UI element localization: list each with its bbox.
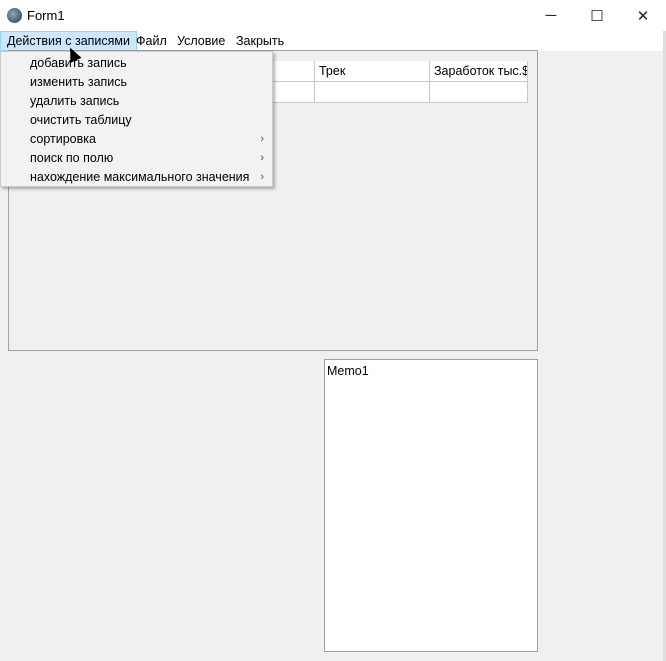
minimize-button[interactable]: ─ bbox=[528, 0, 574, 31]
menu-item-delete-record[interactable]: удалить запись bbox=[1, 92, 272, 111]
memo[interactable]: Memo1 bbox=[324, 359, 538, 652]
menu-item-label: изменить запись bbox=[30, 75, 128, 89]
menu-condition[interactable]: Условие bbox=[171, 31, 231, 51]
menu-item-label: нахождение максимального значения bbox=[30, 170, 250, 184]
app-icon bbox=[7, 8, 22, 23]
grid-cell[interactable] bbox=[430, 82, 528, 103]
menu-item-find-max[interactable]: нахождение максимального значения › bbox=[1, 168, 272, 187]
submenu-arrow-icon: › bbox=[260, 171, 264, 183]
menu-item-edit-record[interactable]: изменить запись bbox=[1, 73, 272, 92]
header-cell-earnings[interactable]: Заработок тыс.$ bbox=[430, 61, 528, 82]
menu-item-label: сортировка bbox=[30, 132, 96, 146]
menu-item-sort[interactable]: сортировка › bbox=[1, 130, 272, 149]
menu-close[interactable]: Закрыть bbox=[230, 31, 290, 51]
menu-item-label: очистить таблицу bbox=[30, 113, 132, 127]
menu-bar: Действия с записями Файл Условие Закрыть bbox=[0, 31, 666, 51]
title-bar: Form1 ─ ☐ ✕ bbox=[0, 0, 666, 31]
submenu-arrow-icon: › bbox=[260, 133, 264, 145]
window-title: Form1 bbox=[27, 8, 65, 23]
menu-item-label: удалить запись bbox=[30, 94, 120, 108]
close-button[interactable]: ✕ bbox=[620, 0, 666, 31]
grid-cell[interactable] bbox=[315, 82, 430, 103]
maximize-button[interactable]: ☐ bbox=[574, 0, 620, 31]
menu-file[interactable]: Файл bbox=[130, 31, 173, 51]
submenu-arrow-icon: › bbox=[260, 152, 264, 164]
header-cell-track[interactable]: Трек bbox=[315, 61, 430, 82]
menu-item-clear-table[interactable]: очистить таблицу bbox=[1, 111, 272, 130]
menu-item-label: поиск по полю bbox=[30, 151, 114, 165]
menu-item-add-record[interactable]: добавить запись bbox=[1, 54, 272, 73]
menu-item-search-field[interactable]: поиск по полю › bbox=[1, 149, 272, 168]
actions-dropdown-menu: добавить запись изменить запись удалить … bbox=[0, 51, 273, 187]
